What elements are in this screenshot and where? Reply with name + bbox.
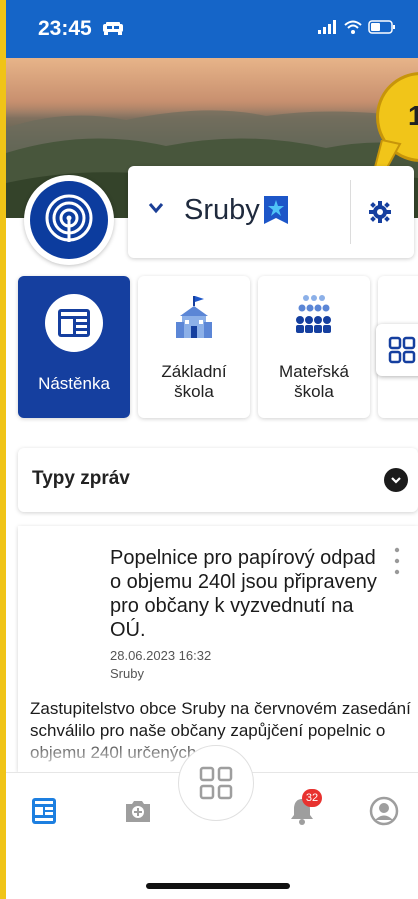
wifi-icon — [344, 20, 362, 34]
noticeboard-icon — [45, 294, 103, 352]
nav-camera[interactable] — [120, 793, 156, 829]
message-types-label: Typy zpráv — [32, 468, 130, 489]
news-source: Sruby — [110, 666, 144, 681]
battery-icon — [368, 20, 395, 34]
camera-add-icon — [126, 801, 150, 822]
status-time: 23:45 — [38, 17, 92, 40]
tile-zakladni-skola[interactable]: Základní škola — [138, 276, 250, 418]
gear-icon[interactable] — [368, 200, 392, 224]
nav-news[interactable] — [26, 793, 62, 829]
app-screen: 23:45 1 Sruby Nástěnka Základní škola Ma… — [0, 0, 418, 899]
chevron-down-icon[interactable] — [148, 202, 164, 214]
signal-icon — [318, 20, 336, 34]
callout-number: 1 — [408, 100, 418, 131]
nav-notifications[interactable]: 32 — [284, 789, 322, 829]
favorite-star-icon[interactable] — [264, 196, 288, 224]
home-indicator[interactable] — [146, 883, 290, 889]
news-date: 28.06.2023 16:32 — [110, 648, 212, 663]
divider — [350, 180, 351, 244]
status-bar: 23:45 — [6, 0, 418, 58]
tile-nastenka[interactable]: Nástěnka — [18, 276, 130, 418]
all-categories-button[interactable] — [376, 324, 418, 376]
municipality-selector[interactable]: Sruby — [128, 166, 414, 258]
nav-apps-button[interactable] — [178, 745, 254, 821]
nav-profile[interactable] — [366, 793, 402, 829]
grid-icon — [199, 766, 233, 800]
more-options-icon[interactable] — [394, 546, 400, 576]
grid-icon — [388, 336, 416, 364]
category-tiles: Nástěnka Základní škola Mateřská škola — [6, 276, 418, 418]
tile-label: Mateřská škola — [279, 362, 349, 401]
tile-materska-skola[interactable]: Mateřská škola — [258, 276, 370, 418]
news-item[interactable]: Popelnice pro papírový odpad o objemu 24… — [18, 526, 418, 772]
user-avatar-icon — [369, 796, 399, 826]
chevron-down-icon[interactable] — [384, 468, 408, 492]
school-icon — [176, 296, 212, 338]
news-title[interactable]: Popelnice pro papírový odpad o objemu 24… — [110, 546, 380, 642]
car-icon — [103, 22, 123, 35]
tile-label: Nástěnka — [38, 374, 110, 393]
status-indicators — [318, 20, 396, 34]
app-logo — [24, 175, 114, 265]
municipality-name[interactable]: Sruby — [184, 194, 260, 227]
bottom-navigation: 32 — [6, 745, 418, 858]
tile-label: Základní škola — [161, 362, 227, 401]
kindergarten-group-icon — [296, 295, 331, 333]
message-types-dropdown[interactable]: Typy zpráv — [18, 448, 418, 512]
broadcast-icon — [45, 194, 93, 242]
news-feed-icon — [32, 798, 56, 824]
notification-badge: 32 — [302, 789, 322, 807]
